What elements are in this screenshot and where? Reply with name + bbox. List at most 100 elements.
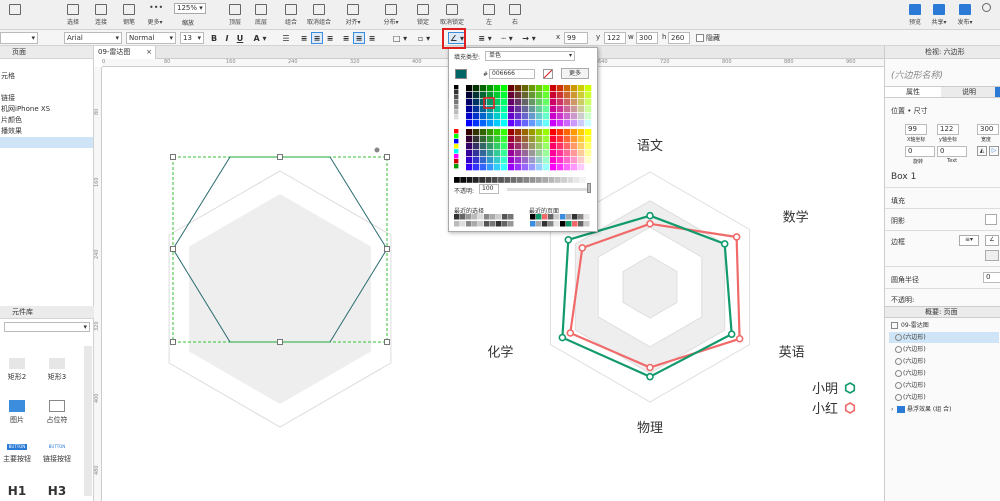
line-width-icon[interactable]: ≡ ▾: [476, 32, 494, 44]
flip-vertical-icon[interactable]: ◭: [977, 146, 987, 156]
more-button[interactable]: ••• 更多▾: [142, 2, 168, 28]
outline-item[interactable]: (六边形): [889, 380, 999, 391]
italic-icon[interactable]: I: [221, 32, 233, 44]
flip-horizontal-icon[interactable]: ▷: [989, 146, 999, 156]
file-icon-button[interactable]: [2, 2, 28, 28]
widget-h1[interactable]: H1: [2, 484, 32, 498]
palette-swatch: [508, 92, 515, 99]
page-item[interactable]: 元格: [0, 71, 93, 82]
zoom-select[interactable]: 125% ▾: [174, 3, 206, 14]
x-field[interactable]: 99: [564, 32, 588, 44]
valign-bottom-icon[interactable]: ≡: [366, 32, 378, 44]
widget-image[interactable]: 图片: [2, 400, 32, 425]
widget-h3[interactable]: H3: [42, 484, 72, 498]
font-color-icon[interactable]: A ▾: [250, 32, 270, 44]
tab-properties[interactable]: 属性: [885, 87, 941, 97]
close-icon[interactable]: ×: [146, 46, 152, 59]
widget-rect2[interactable]: 矩形2: [2, 358, 32, 382]
corner-radius-field[interactable]: 0: [983, 272, 1000, 283]
valign-middle-icon[interactable]: ≡: [353, 32, 365, 44]
align-left-icon[interactable]: ≡: [298, 32, 310, 44]
hidden-checkbox[interactable]: [696, 34, 704, 42]
library-scrollbar[interactable]: [84, 346, 92, 496]
hex-input[interactable]: 006666: [489, 69, 535, 79]
tab-style-indicator[interactable]: [995, 87, 1000, 97]
inspector-x-field[interactable]: 99: [905, 124, 927, 135]
widget-rect3[interactable]: 矩形3: [42, 358, 72, 382]
fill-type-select[interactable]: 单色 ▾: [485, 51, 575, 61]
valign-top-icon[interactable]: ≡: [340, 32, 352, 44]
recent-swatches[interactable]: [454, 214, 594, 230]
rotation-field[interactable]: 0: [905, 146, 935, 157]
outline-item[interactable]: (六边形): [889, 344, 999, 355]
lock-button[interactable]: 锁定: [410, 2, 436, 28]
border-width-picker[interactable]: ≡▾: [959, 235, 979, 246]
more-colors-button[interactable]: 更多: [561, 68, 589, 79]
outline-item[interactable]: (六边形): [889, 392, 999, 403]
align-button[interactable]: 对齐▾: [340, 2, 366, 28]
widget-link-button[interactable]: BUTTON 链接按钮: [42, 444, 72, 464]
opacity-slider-handle[interactable]: [587, 183, 591, 193]
select-button[interactable]: 选择: [60, 2, 86, 28]
left-button[interactable]: 左: [476, 2, 502, 28]
preview-button[interactable]: 预览: [902, 2, 928, 28]
border-style-picker[interactable]: [985, 250, 999, 261]
group-button[interactable]: 组合: [278, 2, 304, 28]
bold-icon[interactable]: B: [208, 32, 220, 44]
page-item[interactable]: [0, 82, 93, 93]
shape-name-field[interactable]: (六边形名称): [891, 68, 943, 81]
palette-swatch: [536, 106, 543, 113]
page-item[interactable]: 链接: [0, 93, 93, 104]
unlock-button[interactable]: 取消锁定: [436, 2, 468, 28]
page-item[interactable]: 机网iPhone XS: [0, 104, 93, 115]
outline-item[interactable]: (六边形): [889, 368, 999, 379]
align-center-icon[interactable]: ≡: [311, 32, 323, 44]
inspector-w-field[interactable]: 300: [977, 124, 999, 135]
send-back-button[interactable]: 底层: [248, 2, 274, 28]
widget-primary-button[interactable]: BUTTON 主要按钮: [2, 444, 32, 464]
w-field[interactable]: 300: [636, 32, 658, 44]
outline-folder[interactable]: › 悬浮效果 (组 合): [889, 404, 999, 415]
ungroup-button[interactable]: 取消组合: [304, 2, 334, 28]
tab-radar-page[interactable]: 09-雷达图 ×: [94, 46, 156, 59]
library-select[interactable]: ▾: [4, 322, 90, 332]
share-button[interactable]: 共享▾: [926, 2, 952, 28]
outline-root[interactable]: 09-雷达图: [889, 320, 999, 331]
distribute-button[interactable]: 分布▾: [378, 2, 404, 28]
page-item[interactable]: 片颜色: [0, 115, 93, 126]
border-color-picker[interactable]: ∠: [985, 235, 999, 246]
align-right-icon[interactable]: ≡: [324, 32, 336, 44]
inspector-y-field[interactable]: 122: [937, 124, 959, 135]
line-style-icon[interactable]: ┄ ▾: [498, 32, 516, 44]
connect-button[interactable]: 连接: [88, 2, 114, 28]
shadow-picker[interactable]: [985, 214, 997, 225]
tab-notes[interactable]: 说明: [943, 87, 995, 97]
arrow-style-icon[interactable]: → ▾: [520, 32, 538, 44]
page-item-selected[interactable]: [0, 137, 93, 148]
underline-icon[interactable]: U: [234, 32, 246, 44]
style-select[interactable]: ▾: [0, 32, 38, 44]
fill-color-icon[interactable]: □ ▾: [390, 32, 410, 44]
y-field[interactable]: 122: [604, 32, 626, 44]
user-icon[interactable]: [982, 3, 991, 12]
bring-front-button[interactable]: 顶层: [222, 2, 248, 28]
opacity-slider-track[interactable]: [507, 188, 591, 191]
pen-button[interactable]: 钢笔: [116, 2, 142, 28]
opacity-input[interactable]: 100: [479, 184, 499, 194]
outline-item[interactable]: (六边形): [889, 332, 999, 343]
widget-placeholder[interactable]: 占位符: [42, 400, 72, 425]
outline-item[interactable]: (六边形): [889, 356, 999, 367]
page-item[interactable]: 播效果: [0, 126, 93, 137]
right-button[interactable]: 右: [502, 2, 528, 28]
h-field[interactable]: 260: [668, 32, 690, 44]
text-rotation-field[interactable]: 0: [937, 146, 967, 157]
no-color-icon[interactable]: [543, 69, 553, 79]
font-size-select[interactable]: 13 ▾: [180, 32, 204, 44]
bullet-list-icon[interactable]: ☰: [280, 32, 292, 44]
weight-select[interactable]: Normal ▾: [126, 32, 176, 44]
shadow-icon[interactable]: ▫ ▾: [414, 32, 434, 44]
color-palette-grid[interactable]: [454, 85, 594, 185]
font-select[interactable]: Arial ▾: [64, 32, 122, 44]
publish-button[interactable]: 发布▾: [952, 2, 978, 28]
palette-swatch: [571, 143, 578, 150]
